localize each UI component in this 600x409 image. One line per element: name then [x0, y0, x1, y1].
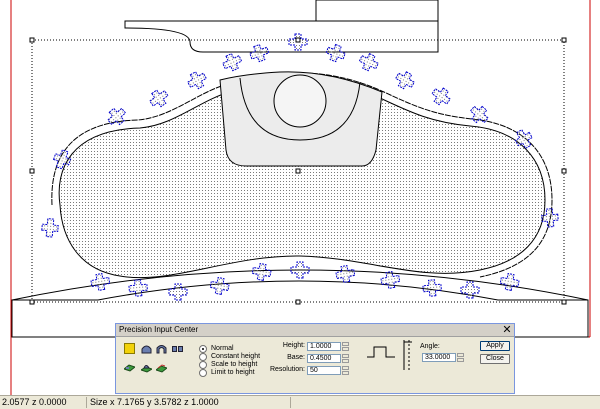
resolution-spinner[interactable]: [342, 366, 349, 375]
status-separator: [86, 397, 87, 408]
tooth-tab[interactable]: [168, 283, 188, 301]
close-icon[interactable]: ✕: [502, 324, 512, 335]
precision-input-dialog[interactable]: Precision Input Center ✕ Normal Constant…: [115, 323, 515, 394]
yellow-square-icon[interactable]: [124, 343, 135, 354]
handle-tr: [561, 37, 567, 43]
tooth-tab[interactable]: [248, 43, 270, 64]
handle-mr: [561, 168, 567, 174]
spin-up[interactable]: [342, 354, 349, 358]
tooth-tab[interactable]: [422, 279, 442, 297]
spin-down[interactable]: [342, 359, 349, 363]
tooth-tab[interactable]: [290, 261, 310, 279]
tooth-tab[interactable]: [185, 69, 209, 92]
handle-bl: [29, 299, 35, 305]
radio-constant-height[interactable]: [199, 353, 207, 361]
green-plate-icon[interactable]: [122, 362, 137, 373]
arch-shape-icon[interactable]: [156, 343, 167, 354]
tooth-tab[interactable]: [467, 103, 491, 127]
status-coordinate: 2.0577 z 0.0000: [2, 397, 67, 407]
tooth-tab[interactable]: [324, 43, 346, 64]
top-clamp-block: [315, 0, 439, 22]
dome-shape-icon[interactable]: [141, 343, 152, 354]
height-input[interactable]: 1.0000: [307, 342, 341, 351]
radio-label: Limit to height: [211, 369, 255, 376]
angle-preview: [400, 338, 414, 372]
tooth-tab[interactable]: [429, 85, 453, 108]
status-bar: 2.0577 z 0.0000 Size x 7.1765 y 3.5782 z…: [0, 395, 600, 409]
two-square-shape-icon[interactable]: [172, 343, 183, 354]
tooth-tab[interactable]: [147, 87, 171, 110]
resolution-input[interactable]: 50: [307, 366, 341, 375]
tooth-tab[interactable]: [105, 105, 129, 129]
tooth-tab[interactable]: [221, 51, 244, 73]
top-clamp-body: [124, 20, 439, 53]
close-button[interactable]: Close: [480, 354, 510, 364]
tooth-tab[interactable]: [393, 69, 417, 92]
spin-down[interactable]: [342, 347, 349, 351]
handle-ml: [29, 168, 35, 174]
spin-up[interactable]: [342, 342, 349, 346]
handle-bc: [295, 299, 301, 305]
resolution-label: Resolution:: [269, 366, 305, 373]
angle-input[interactable]: 33.0000: [422, 353, 456, 362]
spin-down[interactable]: [342, 371, 349, 375]
handle-br: [561, 299, 567, 305]
spin-down[interactable]: [457, 358, 464, 362]
tooth-tab[interactable]: [288, 33, 308, 51]
apply-button[interactable]: Apply: [480, 341, 510, 351]
dialog-title: Precision Input Center: [119, 325, 199, 334]
tooth-tab[interactable]: [251, 262, 272, 282]
radio-normal[interactable]: [199, 345, 207, 353]
handle-tl: [29, 37, 35, 43]
angle-spinner[interactable]: [457, 353, 464, 362]
inner-circle: [273, 74, 327, 128]
profile-preview: [366, 342, 396, 362]
radio-limit-to-height[interactable]: [199, 369, 207, 377]
base-input[interactable]: 0.4500: [307, 354, 341, 363]
green-sheet-icon[interactable]: [154, 362, 169, 373]
base-spinner[interactable]: [342, 354, 349, 363]
angle-label: Angle:: [420, 343, 440, 350]
tooth-tab[interactable]: [41, 218, 59, 238]
tooth-tab[interactable]: [499, 272, 520, 292]
angle-guide-icon: [403, 340, 412, 370]
spin-up[interactable]: [457, 353, 464, 357]
radio-scale-to-height[interactable]: [199, 361, 207, 369]
tooth-tab[interactable]: [90, 272, 111, 292]
height-label: Height:: [282, 342, 305, 349]
base-label: Base:: [287, 354, 305, 361]
tooth-tab[interactable]: [335, 264, 356, 284]
status-separator: [290, 397, 291, 408]
spin-up[interactable]: [342, 366, 349, 370]
green-dome-plate-icon[interactable]: [139, 362, 154, 373]
dialog-title-bar[interactable]: Precision Input Center ✕: [116, 324, 514, 337]
height-spinner[interactable]: [342, 342, 349, 351]
profile-step-icon: [367, 346, 395, 358]
tooth-tab[interactable]: [209, 276, 230, 296]
status-size: Size x 7.1765 y 3.5782 z 1.0000: [90, 397, 219, 407]
tooth-tab[interactable]: [357, 51, 380, 73]
